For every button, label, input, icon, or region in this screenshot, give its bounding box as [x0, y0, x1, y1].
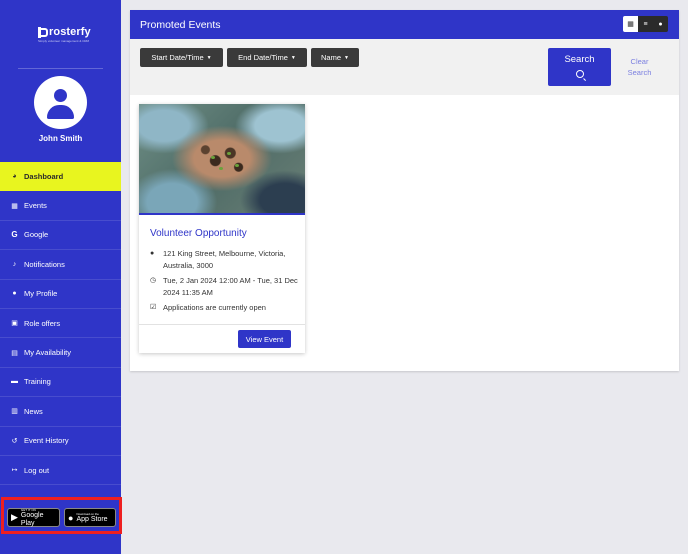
- google-play-icon: ▶: [11, 512, 18, 522]
- sidebar-item-label: Log out: [24, 465, 50, 475]
- search-button[interactable]: Search: [548, 48, 611, 86]
- event-address: ● 121 King Street, Melbourne, Victoria, …: [150, 248, 300, 271]
- logout-icon: ↦: [11, 467, 18, 475]
- google-play-button[interactable]: ▶ GET IT ON Google Play: [7, 508, 60, 527]
- sidebar: rosterfy Simply volunteer management & C…: [0, 0, 122, 554]
- name-label: Name: [321, 53, 342, 62]
- event-title[interactable]: Volunteer Opportunity: [150, 228, 247, 239]
- search-label: Search: [564, 54, 595, 65]
- briefcase-icon: ▣: [11, 320, 18, 328]
- start-datetime-dropdown[interactable]: Start Date/Time ▼: [140, 48, 223, 67]
- plant-sprout-icon: [219, 167, 223, 170]
- avatar-body-icon: [47, 105, 74, 119]
- event-card: Volunteer Opportunity ● 121 King Street,…: [139, 104, 305, 353]
- sidebar-item-label: Google: [24, 230, 49, 240]
- sidebar-item-dashboard[interactable]: ◕ Dashboard: [0, 162, 121, 192]
- user-name: John Smith: [38, 134, 83, 143]
- google-play-label: Google Play: [20, 511, 44, 527]
- search-icon: [575, 70, 584, 78]
- rosterfy-logo[interactable]: rosterfy: [38, 26, 91, 38]
- logo-tagline: Simply volunteer management & CRM: [38, 39, 90, 43]
- name-dropdown[interactable]: Name ▼: [311, 48, 359, 67]
- sidebar-item-event-history[interactable]: ↺ Event History: [0, 427, 121, 456]
- calendar-icon: ▦: [11, 202, 18, 210]
- newspaper-icon: ▥: [11, 408, 18, 416]
- sidebar-item-my-availability[interactable]: ▤ My Availability: [0, 338, 121, 368]
- sidebar-item-google[interactable]: G Google: [0, 221, 121, 251]
- apple-icon: ●: [68, 512, 74, 523]
- sidebar-item-label: Dashboard: [24, 172, 64, 182]
- sidebar-item-events[interactable]: ▦ Events: [0, 191, 121, 221]
- event-image: [139, 104, 305, 215]
- sidebar-item-label: News: [24, 406, 43, 416]
- sidebar-item-role-offers[interactable]: ▣ Role offers: [0, 309, 121, 339]
- caret-down-icon: ▼: [290, 54, 296, 61]
- calendar-check-icon: ▤: [11, 349, 18, 357]
- clear-search-line2: Search: [627, 68, 652, 77]
- card-divider: [139, 324, 305, 325]
- sidebar-item-label: Training: [24, 377, 51, 387]
- plant-sprout-icon: [227, 152, 231, 155]
- plant-sprout-icon: [211, 156, 215, 159]
- sidebar-item-label: Events: [24, 201, 47, 211]
- sidebar-item-my-profile[interactable]: ● My Profile: [0, 280, 121, 309]
- grid-view-icon[interactable]: ▦: [623, 16, 638, 32]
- sidebar-item-news[interactable]: ▥ News: [0, 397, 121, 427]
- sidebar-item-label: Role offers: [24, 318, 61, 328]
- avatar-head-icon: [54, 89, 67, 102]
- map-view-icon[interactable]: ●: [653, 16, 668, 32]
- bell-icon: ♪: [12, 260, 17, 268]
- list-view-icon[interactable]: ≡: [638, 16, 653, 32]
- clear-search-link[interactable]: Clear Search: [622, 56, 657, 78]
- event-datetime-text: Tue, 2 Jan 2024 12:00 AM - Tue, 31 Dec 2…: [163, 276, 298, 297]
- end-datetime-label: End Date/Time: [238, 53, 288, 62]
- history-icon: ↺: [11, 437, 18, 445]
- event-status-text: Applications are currently open: [163, 303, 266, 312]
- sidebar-divider: [18, 68, 103, 69]
- app-store-button[interactable]: ● Download on the App Store: [64, 508, 116, 527]
- caret-down-icon: ▼: [344, 54, 349, 61]
- view-event-button[interactable]: View Event: [238, 330, 291, 348]
- logo-mark-icon: [38, 26, 48, 38]
- event-datetime: ◷ Tue, 2 Jan 2024 12:00 AM - Tue, 31 Dec…: [150, 275, 300, 298]
- event-status: ☑ Applications are currently open: [150, 302, 300, 314]
- gauge-icon: ◕: [12, 173, 17, 181]
- app-store-label: App Store: [76, 515, 108, 523]
- sidebar-item-training[interactable]: ▬ Training: [0, 368, 121, 398]
- event-address-text: 121 King Street, Melbourne, Victoria, Au…: [163, 249, 286, 270]
- training-icon: ▬: [11, 378, 18, 386]
- promoted-events-panel: Promoted Events ▦ ≡ ● Start Date/Time ▼ …: [130, 10, 679, 371]
- google-icon: G: [11, 230, 18, 240]
- start-datetime-label: Start Date/Time: [151, 53, 204, 62]
- clock-icon: ◷: [150, 277, 157, 284]
- map-marker-icon: ●: [150, 250, 155, 257]
- sidebar-item-log-out[interactable]: ↦ Log out: [0, 456, 121, 486]
- sidebar-item-label: My Availability: [24, 348, 71, 358]
- checkbox-icon: ☑: [150, 304, 157, 311]
- plant-sprout-icon: [235, 164, 239, 167]
- page-title: Promoted Events: [140, 18, 221, 31]
- panel-header: Promoted Events ▦ ≡ ●: [130, 10, 679, 39]
- end-datetime-dropdown[interactable]: End Date/Time ▼: [227, 48, 307, 67]
- view-toggle: ▦ ≡ ●: [623, 16, 668, 32]
- sidebar-item-notifications[interactable]: ♪ Notifications: [0, 250, 121, 280]
- sidebar-nav: ◕ Dashboard ▦ Events G Google ♪ Notifica…: [0, 162, 121, 486]
- sidebar-item-label: My Profile: [24, 289, 58, 299]
- sidebar-item-label: Event History: [24, 436, 69, 446]
- caret-down-icon: ▼: [206, 54, 212, 61]
- user-icon: ●: [12, 290, 17, 298]
- sidebar-item-label: Notifications: [24, 259, 65, 269]
- avatar[interactable]: [34, 76, 87, 129]
- filter-bar: Start Date/Time ▼ End Date/Time ▼ Name ▼…: [130, 39, 679, 95]
- logo-text: rosterfy: [49, 26, 91, 38]
- clear-search-line1: Clear: [630, 57, 649, 66]
- app-store-badges: ▶ GET IT ON Google Play ● Download on th…: [1, 497, 122, 534]
